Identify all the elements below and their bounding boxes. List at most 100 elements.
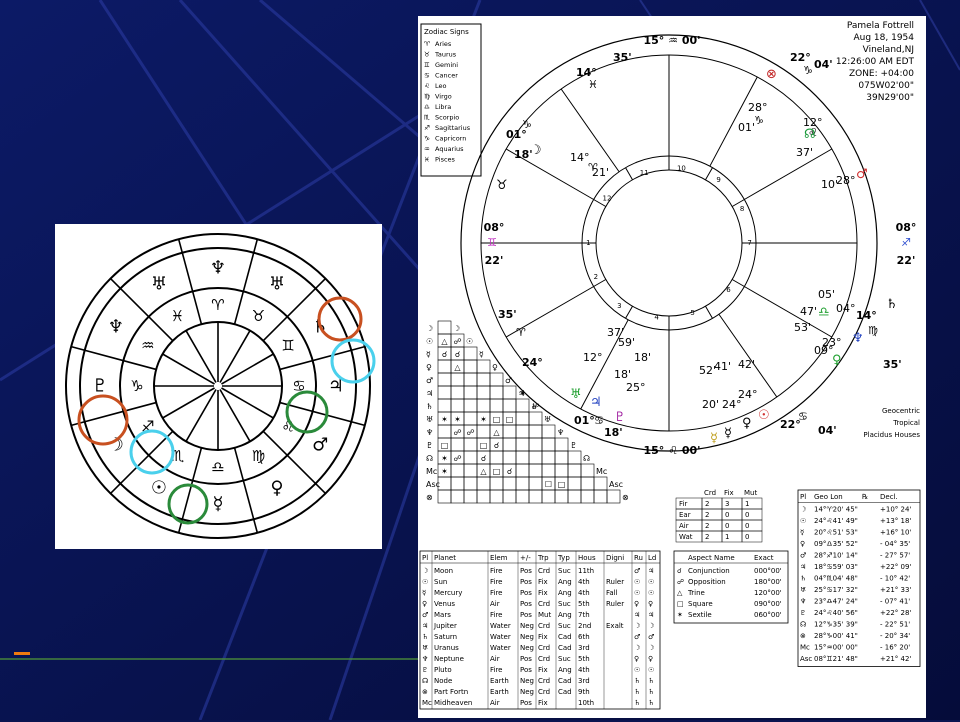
planet-table-cell: Uranus: [434, 644, 459, 652]
planet-table-header: Ld: [648, 554, 656, 562]
cusp-label: 01°: [574, 414, 595, 427]
legend-sign-name: Sagittarius: [435, 124, 471, 132]
planet-glyph: ☿: [724, 426, 732, 441]
aspect-cell: [437, 489, 452, 504]
elem-cell: 2: [705, 522, 709, 530]
aspect-cell: [450, 476, 465, 491]
planet-glyph: ♎: [818, 305, 830, 320]
aspect-cell: [567, 463, 582, 478]
planet-table-cell: ☊: [422, 677, 428, 685]
elem-cell: 2: [705, 511, 709, 519]
chart-wheel: 123456789101112 15° ♒ 00'15° ♌ 00'08°♊22…: [460, 34, 917, 457]
ring-tick: [705, 305, 713, 319]
aspect-cell: [528, 437, 543, 452]
aspect-cell: [502, 489, 517, 504]
planet-table-cell: ♄: [648, 688, 654, 696]
planet-table-cell: Jupiter: [433, 622, 457, 630]
aspect-cell: [502, 450, 517, 465]
elem-header: Fix: [724, 489, 734, 497]
aspect-glyph: ✶: [677, 611, 683, 619]
aspect-grid-row-label: Mc: [426, 467, 437, 476]
planet-table-cell: Fix: [538, 699, 548, 707]
planet-table-header: Typ: [557, 554, 570, 562]
outer-glyph: ♅: [269, 273, 285, 294]
planet-degree-label: 42': [738, 358, 755, 371]
planet-table-cell: 2nd: [578, 622, 591, 630]
planet-table-cell: Neg: [520, 622, 534, 630]
orange-highlight-2: [77, 394, 129, 446]
aspect-cell: [437, 372, 452, 387]
planet-degree-label: 12°: [583, 351, 603, 364]
elem-cell: 2: [705, 533, 709, 541]
planet-table-cell: ☽: [634, 622, 640, 630]
planet-table-cell: ♅: [422, 644, 428, 652]
elem-cell: 1: [725, 533, 729, 541]
cusp-label: 18': [604, 426, 623, 439]
aspect-cell: [528, 476, 543, 491]
planet-table-cell: ☽: [648, 622, 654, 630]
cusp-label: 04': [818, 424, 837, 437]
aspect-symbol: ☍: [453, 337, 461, 346]
aspect-cell: [515, 489, 530, 504]
natal-chart-printout: Zodiac Signs ♈ Aries ♉ Taurus ♊ Gemini ♋ Cancer…: [418, 16, 926, 718]
dsc-degree: 08°: [896, 221, 917, 234]
planet-table-cell: Sun: [434, 578, 447, 586]
accent-dash: [14, 652, 30, 655]
planet-table-cell: Air: [490, 600, 500, 608]
aspect-cell: [476, 476, 491, 491]
aspect-cell: [567, 476, 582, 491]
planet-table-cell: 6th: [578, 633, 590, 641]
planet-table-cell: 4th: [578, 666, 590, 674]
sign-glyph: ♍: [252, 447, 265, 465]
aspect-exact: 000°00': [754, 567, 782, 575]
aspect-symbol: ☌: [442, 350, 447, 359]
aspect-exact: 060°00': [754, 611, 782, 619]
planet-table-header: Digni: [606, 554, 624, 562]
aspect-symbol: ☌: [481, 454, 486, 463]
geo-table-cell: - 20° 34': [880, 632, 910, 640]
house-number: 10: [677, 165, 686, 173]
elem-cell: 0: [745, 522, 749, 530]
planet-degree-label: 20': [702, 398, 719, 411]
legend-sign-name: Virgo: [435, 93, 452, 101]
aspect-grid: ☽☉☿♀♂♃♄♅♆♇☊McAsc⊗△ ☍☌ ☌△✶☍✶ ✶ ✶ □ □☍ ☍ △□ □ ☌✶ ☍ ☌✶ △…: [426, 320, 629, 504]
svg-text:Tropical: Tropical: [892, 419, 920, 427]
house-number: 8: [740, 205, 744, 213]
cusp-label: 24°: [522, 356, 543, 369]
aspect-symbol: □: [480, 441, 488, 450]
planet-table-cell: 11th: [578, 567, 594, 575]
planet-glyph: ♅: [570, 387, 582, 402]
aspect-cell: [528, 411, 543, 426]
aspect-cell: [476, 398, 491, 413]
aspect-cell: [489, 489, 504, 504]
planet-table-cell: Ang: [558, 589, 572, 597]
planet-table-cell: Water: [490, 622, 511, 630]
planet-table-cell: Fire: [490, 611, 503, 619]
legend-glyph: ♌: [424, 82, 430, 90]
aspect-cell: [437, 424, 452, 439]
aspect-grid-row-label: ♃: [426, 389, 433, 398]
ring-tick: [625, 305, 633, 319]
geo-table-cell: 08°♊21' 48": [814, 655, 858, 663]
aspect-grid-row-label: ♇: [426, 441, 433, 450]
sign-glyph: ♓: [171, 307, 184, 325]
planet-glyph: ♉: [496, 178, 508, 193]
planet-table-cell: ♄: [648, 677, 654, 685]
inner-spoke: [221, 387, 274, 419]
outer-glyph: ♆: [210, 258, 226, 279]
cusp-label: ♑: [803, 64, 813, 77]
planet-table-cell: ☉: [648, 589, 654, 597]
planet-table-cell: ☉: [648, 666, 654, 674]
aspect-cell: [567, 450, 582, 465]
planet-table-cell: Neg: [520, 677, 534, 685]
aspect-symbol: □: [493, 467, 501, 476]
sign-glyph: ♈: [211, 296, 224, 314]
planet-table-cell: Fire: [490, 666, 503, 674]
house-number: 4: [654, 313, 659, 321]
aspect-symbol: ✶: [454, 415, 461, 424]
geo-table-cell: - 10° 42': [880, 575, 910, 583]
cusp-label: 14°: [856, 309, 877, 322]
planet-table-cell: ♄: [422, 633, 428, 641]
geo-table-cell: 28°♑00' 41": [814, 632, 858, 640]
planet-table-cell: Venus: [434, 600, 455, 608]
